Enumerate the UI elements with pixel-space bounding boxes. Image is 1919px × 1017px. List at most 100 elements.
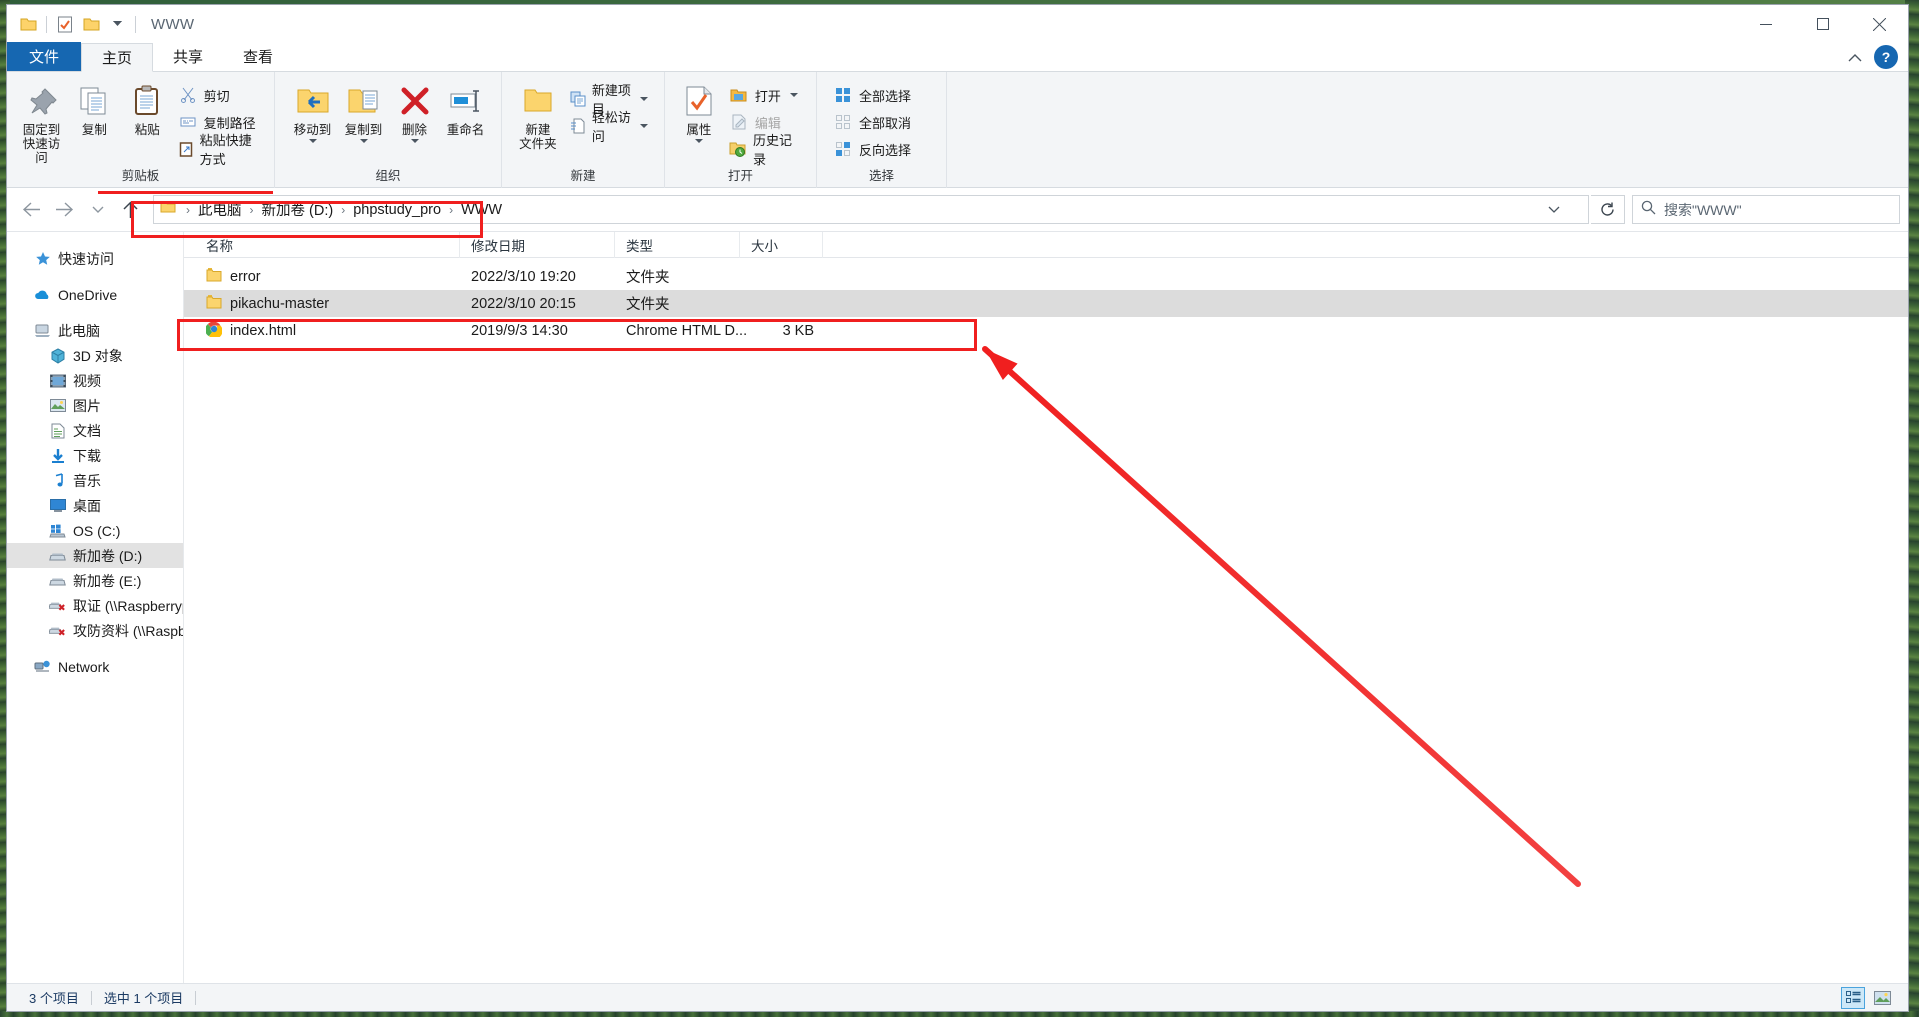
- paste-button[interactable]: 粘贴: [123, 78, 172, 137]
- sidebar-item-music[interactable]: 音乐: [7, 468, 183, 493]
- search-icon: [1641, 200, 1656, 220]
- delete-caret-icon[interactable]: [410, 139, 419, 143]
- pin-to-quick-access-button[interactable]: 固定到 快速访问: [17, 78, 66, 165]
- nav-gap-2: [7, 307, 183, 318]
- breadcrumb-bar[interactable]: › 此电脑 › 新加卷 (D:) › phpstudy_pro › WWW: [153, 195, 1589, 224]
- new-folder-button[interactable]: 新建 文件夹: [512, 78, 564, 151]
- new-folder-icon: [523, 82, 553, 120]
- breadcrumb-drive-d[interactable]: 新加卷 (D:): [259, 199, 337, 220]
- folder-icon[interactable]: [15, 11, 41, 37]
- edit-icon: [729, 112, 749, 132]
- forward-button[interactable]: [48, 193, 81, 226]
- sidebar-item-3d-objects[interactable]: 3D 对象: [7, 343, 183, 368]
- customize-quick-access-dropdown[interactable]: [104, 11, 130, 37]
- sidebar-item-documents[interactable]: 文档: [7, 418, 183, 443]
- chevron-up-icon[interactable]: [1848, 49, 1862, 65]
- cut-button[interactable]: 剪切: [176, 83, 264, 107]
- window-title: WWW: [151, 15, 195, 33]
- easy-access-button[interactable]: 轻松访问: [568, 110, 654, 144]
- large-icons-view-button[interactable]: [1870, 987, 1894, 1009]
- search-input[interactable]: 搜索"WWW": [1664, 200, 1742, 220]
- history-button[interactable]: 历史记录: [727, 133, 806, 167]
- move-to-caret-icon[interactable]: [308, 139, 317, 143]
- file-name-text-3: index.html: [230, 322, 297, 339]
- breadcrumb-sep-1[interactable]: ›: [245, 203, 259, 217]
- file-date-cell: 2022/3/10 19:20: [471, 268, 576, 285]
- select-none-button[interactable]: 全部取消: [831, 110, 917, 134]
- breadcrumb-phpstudy-pro[interactable]: phpstudy_pro: [350, 202, 444, 218]
- new-folder-icon[interactable]: [78, 11, 104, 37]
- column-header-name[interactable]: 名称: [195, 232, 460, 258]
- open-button[interactable]: 打开: [727, 83, 806, 107]
- details-view-button[interactable]: [1841, 986, 1865, 1009]
- invert-selection-button[interactable]: 反向选择: [831, 137, 917, 161]
- properties-caret-icon[interactable]: [694, 139, 703, 143]
- sidebar-item-videos[interactable]: 视频: [7, 368, 183, 393]
- move-to-button[interactable]: 移动到: [287, 78, 338, 143]
- sidebar-item-this-pc[interactable]: 此电脑: [7, 318, 183, 343]
- tab-share[interactable]: 共享: [153, 42, 223, 71]
- properties-check-icon[interactable]: [52, 11, 78, 37]
- help-button[interactable]: ?: [1874, 45, 1898, 69]
- sidebar-item-drive-d[interactable]: 新加卷 (D:): [7, 543, 183, 568]
- search-box[interactable]: 搜索"WWW": [1632, 195, 1900, 224]
- sidebar-item-network-drive-2[interactable]: 攻防资料 (\\Raspbe: [7, 618, 183, 643]
- breadcrumb-this-pc[interactable]: 此电脑: [195, 199, 245, 220]
- rename-button[interactable]: 重命名: [440, 78, 491, 137]
- sidebar-item-os-c[interactable]: OS (C:): [7, 518, 183, 543]
- table-row[interactable]: error 2022/3/10 19:20 文件夹: [184, 263, 1908, 290]
- delete-button[interactable]: 删除: [389, 78, 440, 143]
- breadcrumb-sep-2[interactable]: ›: [336, 203, 350, 217]
- select-all-button[interactable]: 全部选择: [831, 83, 917, 107]
- maximize-button[interactable]: [1794, 5, 1851, 43]
- new-folder-label-2: 文件夹: [519, 137, 557, 151]
- recent-locations-button[interactable]: [81, 193, 114, 226]
- sidebar-item-quick-access[interactable]: 快速访问: [7, 246, 183, 271]
- sidebar-item-onedrive[interactable]: OneDrive: [7, 282, 183, 307]
- network-drive-disconnected-icon-2: [49, 622, 66, 639]
- up-button[interactable]: [114, 193, 147, 226]
- pin-label-1: 固定到: [22, 123, 61, 137]
- column-header-size[interactable]: 大小: [740, 232, 823, 258]
- breadcrumb-sep-3[interactable]: ›: [444, 203, 458, 217]
- new-item-caret-icon[interactable]: [640, 97, 648, 101]
- properties-button[interactable]: 属性: [675, 78, 723, 143]
- tab-file[interactable]: 文件: [7, 42, 82, 71]
- tab-view[interactable]: 查看: [223, 42, 293, 71]
- sidebar-item-network[interactable]: Network: [7, 654, 183, 679]
- tab-home[interactable]: 主页: [81, 43, 154, 72]
- sidebar-item-network-drive-1[interactable]: 取证 (\\Raspberryp: [7, 593, 183, 618]
- refresh-button[interactable]: [1591, 195, 1625, 224]
- file-name-cell-3: index.html: [195, 321, 460, 341]
- sidebar-label-3d-objects: 3D 对象: [73, 347, 123, 364]
- music-icon: [49, 472, 66, 489]
- paste-icon: [131, 82, 163, 120]
- paste-shortcut-button[interactable]: 粘贴快捷方式: [176, 133, 264, 167]
- sidebar-item-drive-e[interactable]: 新加卷 (E:): [7, 568, 183, 593]
- easy-access-caret-icon[interactable]: [640, 124, 648, 128]
- close-button[interactable]: [1851, 5, 1908, 43]
- sidebar-item-pictures[interactable]: 图片: [7, 393, 183, 418]
- column-header-type[interactable]: 类型: [615, 232, 740, 258]
- file-name-text-2: pikachu-master: [230, 295, 330, 312]
- chrome-icon: [205, 321, 223, 341]
- invert-selection-label: 反向选择: [859, 142, 912, 158]
- breadcrumb-www[interactable]: WWW: [458, 202, 505, 218]
- copy-to-button[interactable]: 复制到: [338, 78, 389, 143]
- table-row-selected[interactable]: pikachu-master 2022/3/10 20:15 文件夹: [184, 290, 1908, 317]
- drive-icon-2: [49, 572, 66, 589]
- move-to-icon: [296, 82, 330, 120]
- back-button[interactable]: [15, 193, 48, 226]
- sidebar-item-downloads[interactable]: 下载: [7, 443, 183, 468]
- ribbon-group-select: 全部选择 全部取消 反向选择 选择: [817, 72, 947, 188]
- sidebar-item-desktop[interactable]: 桌面: [7, 493, 183, 518]
- sidebar-label-videos: 视频: [73, 372, 101, 389]
- column-header-date-modified[interactable]: 修改日期: [460, 232, 615, 258]
- copy-button[interactable]: 复制: [70, 78, 119, 137]
- column-headers: 名称 修改日期 类型 大小 ^: [184, 232, 1908, 258]
- minimize-button[interactable]: [1737, 5, 1794, 43]
- copy-to-caret-icon[interactable]: [359, 139, 368, 143]
- chevron-down-icon[interactable]: [1548, 203, 1560, 217]
- open-caret-icon[interactable]: [789, 93, 798, 97]
- table-row-3[interactable]: index.html 2019/9/3 14:30 Chrome HTML D.…: [184, 317, 1908, 344]
